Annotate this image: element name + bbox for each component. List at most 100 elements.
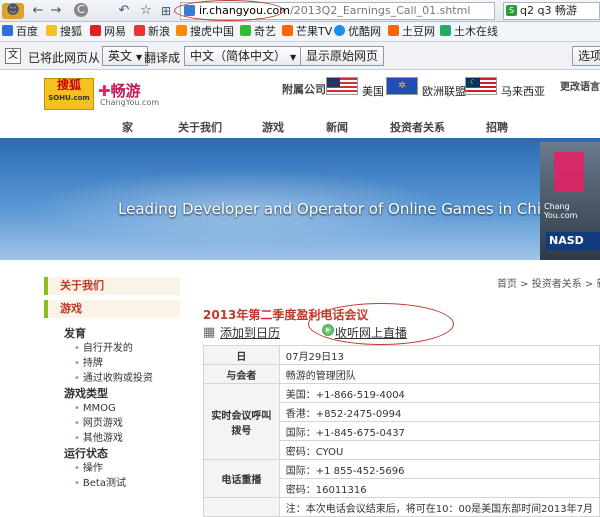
nav-investor-relations[interactable]: 投资者关系 bbox=[390, 119, 445, 135]
bookmark-mango[interactable]: 芒果TV bbox=[282, 25, 332, 39]
changyou-sign-icon bbox=[554, 152, 584, 192]
show-original-button[interactable]: 显示原始网页 bbox=[300, 46, 385, 66]
row-value: 注：本次电话会议结束后，将可在10：00是美国东部时间2013年7月 bbox=[278, 497, 600, 517]
tumu-icon bbox=[440, 25, 451, 36]
nav-home[interactable]: 家 bbox=[122, 119, 133, 135]
annotation-oval-url bbox=[174, 0, 284, 21]
bookmark-tumu[interactable]: 土木在线 bbox=[440, 25, 498, 39]
avatar-icon[interactable]: ☻ bbox=[2, 3, 24, 19]
add-to-calendar-link[interactable]: 添加到日历 bbox=[220, 324, 280, 341]
malaysia-flag-icon[interactable]: ☾ bbox=[465, 77, 497, 95]
row-key: 日 bbox=[203, 345, 280, 365]
region-us[interactable]: 美国 bbox=[362, 83, 384, 99]
search-input[interactable]: S q2 q3 畅游 bbox=[503, 2, 600, 20]
row-value: 密码：16011316 bbox=[278, 478, 600, 498]
affiliate-label: 附属公司 bbox=[282, 83, 326, 96]
star-icon[interactable]: ☆ bbox=[138, 3, 154, 19]
bookmark-tudou[interactable]: 土豆网 bbox=[388, 25, 435, 39]
url-path: /2013Q2_Earnings_Call_01.shtml bbox=[289, 4, 471, 17]
sina-icon bbox=[134, 25, 145, 36]
bookmark-huya[interactable]: 搜虎中国 bbox=[176, 25, 234, 39]
row-value: 美国：+1-866-519-4004 bbox=[278, 383, 600, 403]
row-key: 与会者 bbox=[203, 364, 280, 384]
sidebar: 关于我们 游戏 发育 自行开发的 持牌 通过收购或投资 游戏类型 MMOG 网页… bbox=[44, 277, 180, 491]
bookmarks-bar: 百度 搜狐 网易 新浪 搜虎中国 奇艺 芒果TV 优酷网 土豆网 土木在线 bbox=[0, 22, 600, 42]
nasdaq-sign: NASD bbox=[546, 232, 600, 250]
row-value: 国际：+1 855-452-5696 bbox=[278, 459, 600, 479]
sidebar-item[interactable]: Beta测试 bbox=[44, 476, 180, 491]
bookmark-baidu[interactable]: 百度 bbox=[2, 25, 38, 39]
annotation-oval-listen bbox=[308, 303, 454, 345]
options-button[interactable]: 选项 bbox=[572, 46, 600, 66]
translate-mid: 翻译成 bbox=[144, 51, 181, 65]
sidebar-item[interactable]: 其他游戏 bbox=[44, 431, 180, 446]
search-engine-icon: S bbox=[506, 5, 517, 16]
back-icon[interactable]: ← bbox=[30, 3, 46, 19]
paw-icon bbox=[2, 25, 13, 36]
call-details-table: 日 07月29日13 与会者 畅游的管理团队 实时会议呼叫拨号 美国：+1-86… bbox=[203, 345, 600, 517]
banner-tagline: Leading Developer and Operator of Online… bbox=[118, 200, 560, 218]
row-key bbox=[203, 497, 280, 517]
region-eu[interactable]: 欧洲联盟 bbox=[422, 83, 466, 99]
table-row: 与会者 畅游的管理团队 bbox=[203, 364, 600, 384]
sidebar-item[interactable]: 持牌 bbox=[44, 356, 180, 371]
changyou-logo-sub: ChangYou.com bbox=[100, 98, 160, 107]
row-key: 实时会议呼叫拨号 bbox=[203, 383, 280, 460]
sidebar-item[interactable]: 网页游戏 bbox=[44, 416, 180, 431]
nav-careers[interactable]: 招聘 bbox=[486, 119, 508, 135]
netease-icon bbox=[90, 25, 101, 36]
sidebar-item[interactable]: 自行开发的 bbox=[44, 341, 180, 356]
nav-news[interactable]: 新闻 bbox=[326, 119, 348, 135]
from-language-select[interactable]: 英文 ▼ bbox=[102, 46, 149, 66]
to-language-select[interactable]: 中文（简体中文） ▼ bbox=[184, 46, 303, 66]
calendar-icon[interactable]: ▦ bbox=[203, 325, 215, 340]
sidebar-item[interactable]: MMOG bbox=[44, 401, 180, 416]
reload-icon[interactable]: C bbox=[74, 3, 88, 17]
change-language-link[interactable]: 更改语言 bbox=[560, 78, 600, 93]
table-row: 注：本次电话会议结束后，将可在10：00是美国东部时间2013年7月 bbox=[203, 497, 600, 517]
apps-icon[interactable]: ⊞ bbox=[158, 3, 174, 19]
translate-prefix: 已将此网页从 bbox=[28, 51, 101, 65]
mango-icon bbox=[282, 25, 293, 36]
eu-flag-icon[interactable]: ✲ bbox=[386, 77, 418, 95]
region-malaysia[interactable]: 马来西亚 bbox=[501, 83, 545, 99]
bookmark-163[interactable]: 网易 bbox=[90, 25, 126, 39]
hero-banner: Leading Developer and Operator of Online… bbox=[0, 138, 600, 260]
translate-bar: 文 已将此网页从 英文 ▼ 翻译成 中文（简体中文） ▼ 显示原始网页 选项 bbox=[0, 42, 600, 70]
table-row: 电话重播 国际：+1 855-452-5696 bbox=[203, 459, 600, 498]
breadcrumb[interactable]: 首页 > 投资者关系 > 新闻 bbox=[497, 275, 600, 290]
sohu-icon bbox=[46, 25, 57, 36]
table-row: 实时会议呼叫拨号 美国：+1-866-519-4004 bbox=[203, 383, 600, 460]
table-row: 日 07月29日13 bbox=[203, 345, 600, 365]
nav-about[interactable]: 关于我们 bbox=[178, 119, 222, 135]
browser-toolbar: ☻ ← → C ↶ ☆ ⊞ ir.changyou.com/2013Q2_Ear… bbox=[0, 0, 600, 22]
banner-sign: Chang You.com bbox=[544, 202, 578, 220]
tudou-icon bbox=[388, 25, 399, 36]
sohu-logo[interactable]: 搜狐 SOHU.com bbox=[44, 78, 94, 110]
row-value: 畅游的管理团队 bbox=[278, 364, 600, 384]
search-text: q2 q3 畅游 bbox=[520, 4, 577, 17]
row-value: 密码：CYOU bbox=[278, 440, 600, 460]
bookmark-sohu[interactable]: 搜狐 bbox=[46, 25, 82, 39]
sidebar-header-about[interactable]: 关于我们 bbox=[44, 277, 180, 295]
bookmark-youku[interactable]: 优酷网 bbox=[334, 25, 381, 39]
sidebar-item[interactable]: 通过收购或投资 bbox=[44, 371, 180, 386]
tiger-icon bbox=[176, 25, 187, 36]
sidebar-header-games[interactable]: 游戏 bbox=[44, 300, 180, 318]
sidebar-item[interactable]: 操作 bbox=[44, 461, 180, 476]
row-value: 07月29日13 bbox=[278, 345, 600, 365]
sidebar-group-title: 游戏类型 bbox=[64, 387, 108, 400]
translate-icon: 文 bbox=[5, 48, 21, 64]
chevron-down-icon: ▼ bbox=[290, 53, 297, 62]
forward-icon[interactable]: → bbox=[48, 3, 64, 19]
play-icon bbox=[334, 25, 345, 36]
nav-games[interactable]: 游戏 bbox=[262, 119, 284, 135]
row-key: 电话重播 bbox=[203, 459, 280, 498]
bookmark-iqiyi[interactable]: 奇艺 bbox=[240, 25, 276, 39]
sidebar-group-title: 发育 bbox=[64, 327, 86, 340]
undo-icon[interactable]: ↶ bbox=[116, 3, 132, 19]
us-flag-icon[interactable] bbox=[326, 77, 358, 95]
row-value: 国际：+1-845-675-0437 bbox=[278, 421, 600, 441]
times-square-image: Chang You.com NASD bbox=[540, 142, 600, 260]
bookmark-sina[interactable]: 新浪 bbox=[134, 25, 170, 39]
